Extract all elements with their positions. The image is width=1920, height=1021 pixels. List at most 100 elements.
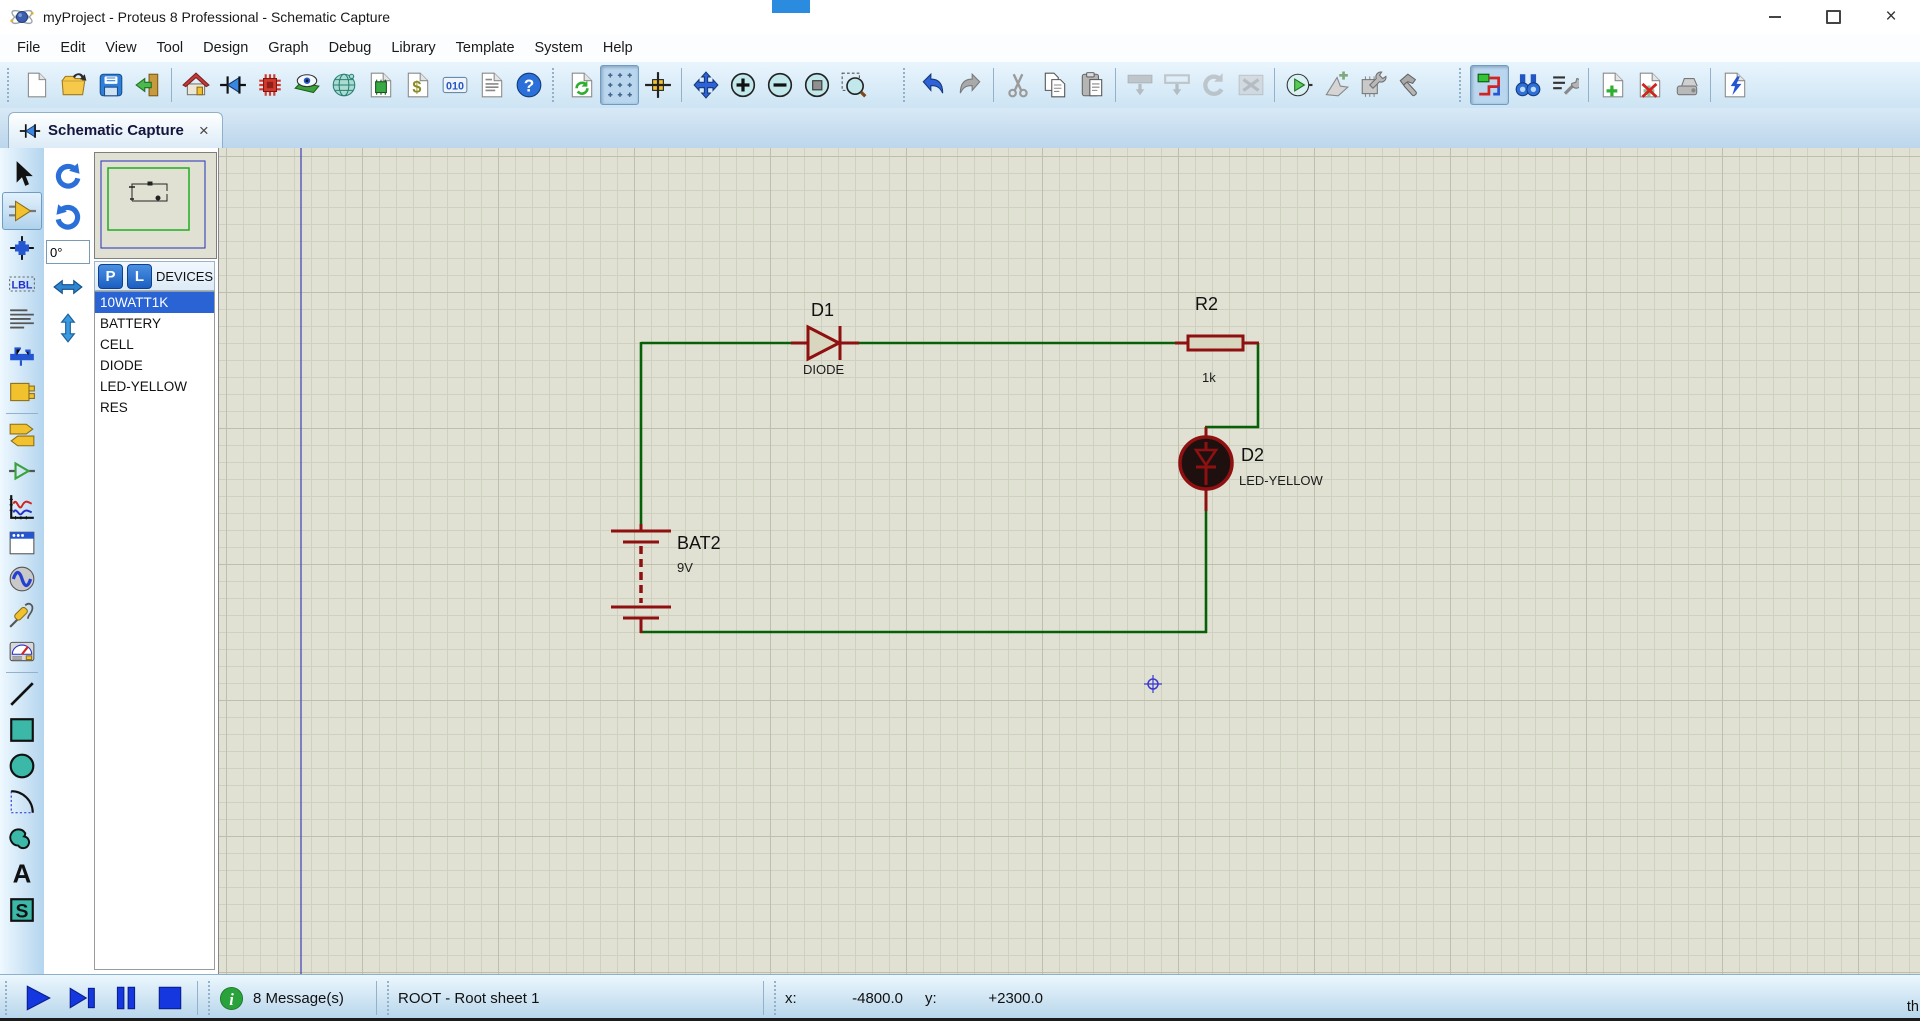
- statusbar-drag-handle[interactable]: [5, 981, 11, 1015]
- undo-button[interactable]: [914, 66, 951, 104]
- zoom-in-button[interactable]: [724, 66, 761, 104]
- pick-parts-button[interactable]: [1280, 66, 1317, 104]
- menu-item[interactable]: File: [7, 37, 50, 59]
- toolbar-drag-handle[interactable]: [1459, 68, 1465, 102]
- 2d-circle-mode-button[interactable]: [3, 748, 41, 784]
- schematic-capture-button[interactable]: [214, 66, 251, 104]
- 2d-line-mode-button[interactable]: [3, 676, 41, 712]
- rotate-anticlockwise-button[interactable]: [49, 199, 87, 235]
- device-list-item[interactable]: RES: [95, 397, 214, 418]
- remove-sheet-button[interactable]: [1631, 66, 1668, 104]
- redraw-button[interactable]: [563, 66, 600, 104]
- simulation-play-button[interactable]: [16, 980, 60, 1016]
- rotation-angle-input[interactable]: [46, 240, 90, 264]
- search-tag-button[interactable]: [1509, 66, 1546, 104]
- block-copy-button[interactable]: [1121, 66, 1158, 104]
- junction-dot-mode-button[interactable]: [3, 230, 41, 266]
- device-pins-mode-button[interactable]: [3, 453, 41, 489]
- toolbar-drag-handle[interactable]: [7, 68, 13, 102]
- voltage-probe-mode-button[interactable]: [3, 597, 41, 633]
- project-notes-button[interactable]: [473, 66, 510, 104]
- restore-button[interactable]: [1804, 0, 1862, 34]
- terminals-mode-button[interactable]: [3, 417, 41, 453]
- menu-item[interactable]: Debug: [319, 37, 382, 59]
- buses-mode-button[interactable]: [3, 338, 41, 374]
- zoom-area-button[interactable]: [835, 66, 872, 104]
- statusbar-drag-handle[interactable]: [208, 981, 214, 1015]
- device-list-item[interactable]: DIODE: [95, 355, 214, 376]
- wire-label-mode-button[interactable]: LBL: [3, 266, 41, 302]
- block-delete-button[interactable]: [1232, 66, 1269, 104]
- paste-button[interactable]: [1073, 66, 1110, 104]
- menu-item[interactable]: Help: [593, 37, 643, 59]
- menu-item[interactable]: Graph: [258, 37, 318, 59]
- cut-button[interactable]: [999, 66, 1036, 104]
- simulation-pause-button[interactable]: [104, 980, 148, 1016]
- rotate-clockwise-button[interactable]: [49, 158, 87, 194]
- generator-mode-button[interactable]: [3, 561, 41, 597]
- tab-schematic-capture[interactable]: Schematic Capture ×: [8, 112, 223, 148]
- graph-mode-button[interactable]: [3, 489, 41, 525]
- electrical-rule-check-button[interactable]: [1716, 66, 1753, 104]
- block-rotate-button[interactable]: [1195, 66, 1232, 104]
- component-bat2[interactable]: BAT2 9V: [611, 524, 721, 633]
- component-mode-button[interactable]: [2, 192, 42, 230]
- 2d-symbol-mode-button[interactable]: S: [3, 892, 41, 928]
- subcircuit-mode-button[interactable]: [3, 374, 41, 410]
- message-status[interactable]: i 8 Message(s): [219, 986, 371, 1011]
- pcb-layout-button[interactable]: [251, 66, 288, 104]
- tab-close-icon[interactable]: ×: [199, 121, 209, 141]
- component-d1[interactable]: D1 DIODE: [791, 300, 859, 377]
- new-project-button[interactable]: [18, 66, 55, 104]
- new-sheet-button[interactable]: [1594, 66, 1631, 104]
- property-assignment-button[interactable]: [1546, 66, 1583, 104]
- zoom-out-button[interactable]: [761, 66, 798, 104]
- packaging-tool-button[interactable]: [1354, 66, 1391, 104]
- close-button[interactable]: ×: [1862, 0, 1920, 34]
- 2d-closed-path-mode-button[interactable]: [3, 820, 41, 856]
- grid-toggle-button[interactable]: [600, 65, 639, 105]
- block-move-button[interactable]: [1158, 66, 1195, 104]
- bill-of-materials-button[interactable]: $: [399, 66, 436, 104]
- gerber-viewer-button[interactable]: [325, 66, 362, 104]
- open-project-button[interactable]: [55, 66, 92, 104]
- statusbar-drag-handle[interactable]: [387, 981, 393, 1015]
- text-script-mode-button[interactable]: [3, 302, 41, 338]
- menu-item[interactable]: Design: [193, 37, 258, 59]
- device-list-item[interactable]: LED-YELLOW: [95, 376, 214, 397]
- simulation-stop-button[interactable]: [148, 980, 192, 1016]
- home-page-button[interactable]: [177, 66, 214, 104]
- virtual-instruments-mode-button[interactable]: [3, 633, 41, 669]
- menu-item[interactable]: System: [525, 37, 593, 59]
- origin-button[interactable]: [639, 66, 676, 104]
- toolbar-drag-handle[interactable]: [903, 68, 909, 102]
- pick-devices-button[interactable]: P: [98, 264, 123, 289]
- decompose-button[interactable]: [1391, 66, 1428, 104]
- source-code-button[interactable]: 010: [436, 66, 473, 104]
- flip-vertical-button[interactable]: [49, 310, 87, 346]
- menu-item[interactable]: Template: [446, 37, 525, 59]
- selection-mode-button[interactable]: [3, 156, 41, 192]
- component-d2[interactable]: D2 LED-YELLOW: [1180, 427, 1324, 511]
- menu-item[interactable]: Tool: [147, 37, 194, 59]
- zoom-extents-button[interactable]: [798, 66, 835, 104]
- 2d-box-mode-button[interactable]: [3, 712, 41, 748]
- redo-button[interactable]: [951, 66, 988, 104]
- menu-item[interactable]: Library: [381, 37, 445, 59]
- design-explorer-button[interactable]: [362, 66, 399, 104]
- statusbar-drag-handle[interactable]: [774, 981, 780, 1015]
- pan-button[interactable]: [687, 66, 724, 104]
- close-project-button[interactable]: [129, 66, 166, 104]
- 2d-arc-mode-button[interactable]: [3, 784, 41, 820]
- wire-autorouter-button[interactable]: [1470, 65, 1509, 105]
- make-device-button[interactable]: [1317, 66, 1354, 104]
- menu-item[interactable]: View: [95, 37, 146, 59]
- flip-horizontal-button[interactable]: [49, 269, 87, 305]
- exit-to-parent-sheet-button[interactable]: [1668, 66, 1705, 104]
- 2d-text-mode-button[interactable]: A: [3, 856, 41, 892]
- save-project-button[interactable]: [92, 66, 129, 104]
- toolbar-drag-handle[interactable]: [552, 68, 558, 102]
- copy-button[interactable]: [1036, 66, 1073, 104]
- menu-item[interactable]: Edit: [50, 37, 95, 59]
- device-list-item[interactable]: 10WATT1K: [95, 292, 214, 313]
